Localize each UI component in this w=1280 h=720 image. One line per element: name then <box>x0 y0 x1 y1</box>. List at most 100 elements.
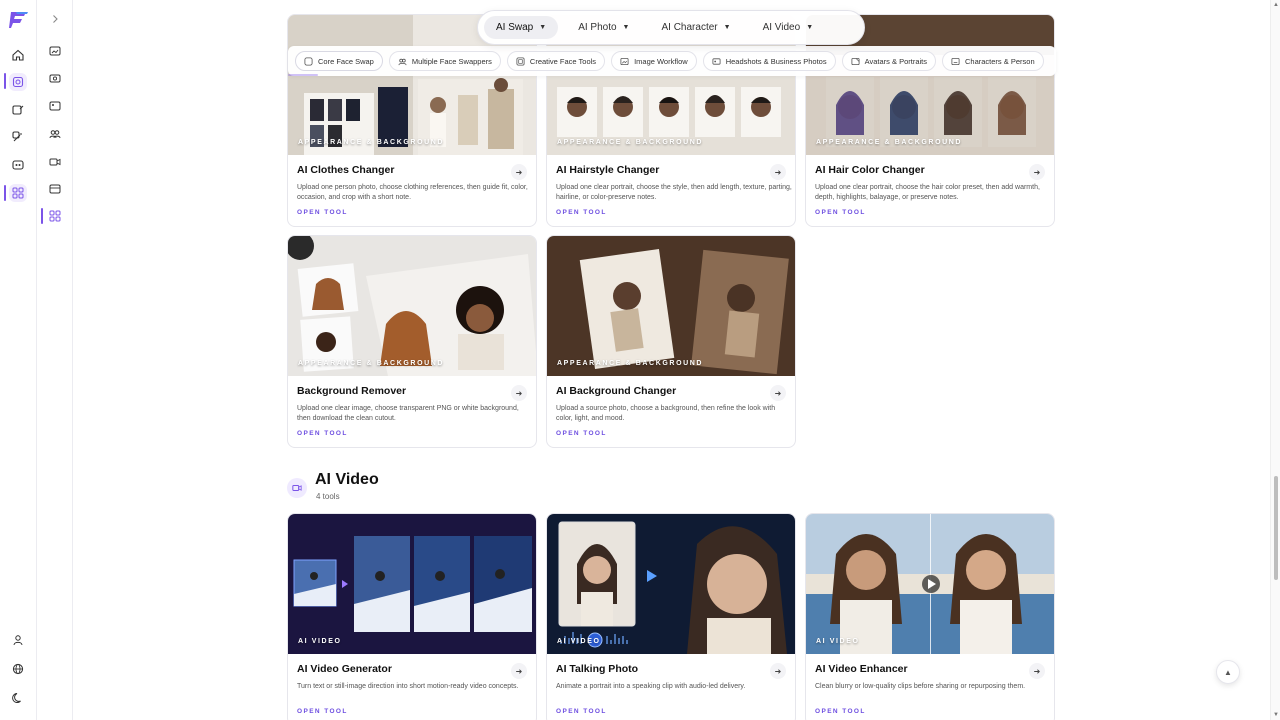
card-title: AI Video Enhancer <box>815 663 908 675</box>
category-chip-headshots-business[interactable]: Headshots & Business Photos <box>702 51 836 71</box>
category-chip-core-face-swap[interactable]: Core Face Swap <box>295 51 383 71</box>
grid-icon[interactable] <box>49 210 61 222</box>
home-icon[interactable] <box>9 46 27 64</box>
users-icon[interactable] <box>49 128 61 140</box>
id-card-icon <box>712 57 721 65</box>
card-category: Appearance & Background <box>816 139 963 146</box>
card-title: AI Hairstyle Changer <box>556 164 660 176</box>
scroll-down-arrow-icon[interactable]: ▼ <box>1273 712 1279 718</box>
category-chip-label: Image Workflow <box>634 56 688 66</box>
magic-icon[interactable] <box>9 128 27 146</box>
arrow-right-icon[interactable]: ➜ <box>511 164 527 180</box>
palette-icon <box>516 56 525 66</box>
character-icon <box>951 57 960 65</box>
arrow-right-icon[interactable]: ➜ <box>770 663 786 679</box>
video-icon[interactable] <box>49 156 61 168</box>
main-content: Appearance & Background AI Clothes Chang… <box>73 0 1270 720</box>
nav-ai-photo[interactable]: AI Photo ▼ <box>566 16 641 39</box>
card-title: AI Background Changer <box>556 385 677 397</box>
open-tool-link[interactable]: OPEN TOOL <box>297 708 348 715</box>
open-tool-link[interactable]: OPEN TOOL <box>815 708 866 715</box>
arrow-right-icon[interactable]: ➜ <box>770 385 786 401</box>
card-description: Animate a portrait into a speaking clip … <box>556 683 746 690</box>
image-icon <box>620 57 629 65</box>
card-thumbnail: Appearance & Background <box>547 236 795 376</box>
image-icon[interactable] <box>49 100 61 112</box>
tool-card-background-remover[interactable]: Appearance & Background Background Remov… <box>287 235 537 448</box>
camera-icon[interactable] <box>49 72 61 84</box>
category-chip-label: Characters & Person <box>965 56 1035 66</box>
card-title: Background Remover <box>297 385 407 397</box>
top-nav: AI Swap ▼ AI Photo ▼ AI Character ▼ AI Vide… <box>477 10 865 45</box>
category-chip-label: Creative Face Tools <box>529 56 597 66</box>
open-tool-link[interactable]: OPEN TOOL <box>556 430 607 437</box>
tool-card-video-generator[interactable]: AI Video AI Video Generator ➜ Turn text … <box>287 513 537 720</box>
portrait-icon <box>851 57 860 65</box>
chevron-right-icon[interactable] <box>49 13 61 25</box>
tool-card-talking-photo[interactable]: AI Video AI Talking Photo ➜ Animate a po… <box>546 513 796 720</box>
photo-edit-icon[interactable] <box>9 101 27 119</box>
character-icon[interactable] <box>9 156 27 174</box>
nav-label: AI Photo <box>578 22 617 33</box>
nav-ai-video[interactable]: AI Video ▼ <box>751 16 826 39</box>
user-icon[interactable] <box>9 631 27 649</box>
card-category: AI Video <box>816 638 860 645</box>
moon-icon[interactable] <box>9 689 27 707</box>
swap-icon[interactable] <box>9 73 27 91</box>
gallery-icon[interactable] <box>49 45 61 57</box>
active-indicator <box>4 73 6 89</box>
card-title: AI Hair Color Changer <box>815 164 925 176</box>
card-category: Appearance & Background <box>557 139 704 146</box>
active-chip-underline <box>288 74 318 76</box>
card-description: Upload one clear portrait, choose the st… <box>556 184 792 201</box>
arrow-right-icon[interactable]: ➜ <box>1029 164 1045 180</box>
primary-rail <box>0 0 37 720</box>
nav-label: AI Swap <box>496 22 534 33</box>
nav-ai-character[interactable]: AI Character ▼ <box>649 16 742 39</box>
page-scrollbar[interactable]: ▲ ▼ <box>1270 0 1280 720</box>
scrollbar-thumb[interactable] <box>1274 476 1278 580</box>
chevron-down-icon: ▼ <box>539 24 547 31</box>
chevron-down-icon: ▼ <box>806 24 814 31</box>
nav-label: AI Character <box>661 22 718 33</box>
chevron-down-icon: ▼ <box>622 24 630 31</box>
arrow-right-icon[interactable]: ➜ <box>770 164 786 180</box>
category-chip-multiple-face-swappers[interactable]: Multiple Face Swappers <box>388 51 501 71</box>
category-chip-characters-person[interactable]: Characters & Person <box>942 51 1044 71</box>
open-tool-link[interactable]: OPEN TOOL <box>815 209 866 216</box>
scroll-up-arrow-icon[interactable]: ▲ <box>1273 2 1279 8</box>
tool-card-background-changer[interactable]: Appearance & Background AI Background Ch… <box>546 235 796 448</box>
open-tool-link[interactable]: OPEN TOOL <box>297 209 348 216</box>
arrow-right-icon[interactable]: ➜ <box>511 663 527 679</box>
category-chip-image-workflow[interactable]: Image Workflow <box>611 51 697 71</box>
face-icon <box>304 56 313 66</box>
open-tool-link[interactable]: OPEN TOOL <box>297 430 348 437</box>
nav-ai-swap[interactable]: AI Swap ▼ <box>484 16 559 39</box>
tool-card-video-enhancer[interactable]: AI Video AI Video Enhancer ➜ Clean blurr… <box>805 513 1055 720</box>
card-category: Appearance & Background <box>298 139 445 146</box>
globe-icon[interactable] <box>9 660 27 678</box>
category-chip-label: Avatars & Portraits <box>864 56 927 66</box>
arrow-right-icon[interactable]: ➜ <box>511 385 527 401</box>
arrow-right-icon[interactable]: ➜ <box>1029 663 1045 679</box>
category-chip-avatars-portraits[interactable]: Avatars & Portraits <box>841 51 936 71</box>
category-chip-label: Multiple Face Swappers <box>411 56 492 66</box>
card-description: Upload one clear portrait, choose the ha… <box>815 184 1040 201</box>
category-chip-label: Headshots & Business Photos <box>725 56 827 66</box>
category-chip-creative-face-tools[interactable]: Creative Face Tools <box>506 51 606 71</box>
open-tool-link[interactable]: OPEN TOOL <box>556 708 607 715</box>
video-section-icon <box>287 478 307 498</box>
category-chip-label: Core Face Swap <box>318 56 374 66</box>
card-description: Clean blurry or low-quality clips before… <box>815 683 1026 690</box>
card-thumbnail: AI Video <box>547 514 795 654</box>
scroll-to-top-button[interactable]: ▲ <box>1216 660 1240 684</box>
card-thumbnail: AI Video <box>288 514 536 654</box>
card-category: Appearance & Background <box>298 360 445 367</box>
open-tool-link[interactable]: OPEN TOOL <box>556 209 607 216</box>
card-description: Upload a source photo, choose a backgrou… <box>556 405 776 422</box>
section-title: AI Video <box>315 471 379 488</box>
clip-icon[interactable] <box>49 183 61 195</box>
app-logo[interactable] <box>8 10 29 30</box>
apps-grid-icon[interactable] <box>9 184 27 202</box>
card-thumbnail: AI Video <box>806 514 1054 654</box>
